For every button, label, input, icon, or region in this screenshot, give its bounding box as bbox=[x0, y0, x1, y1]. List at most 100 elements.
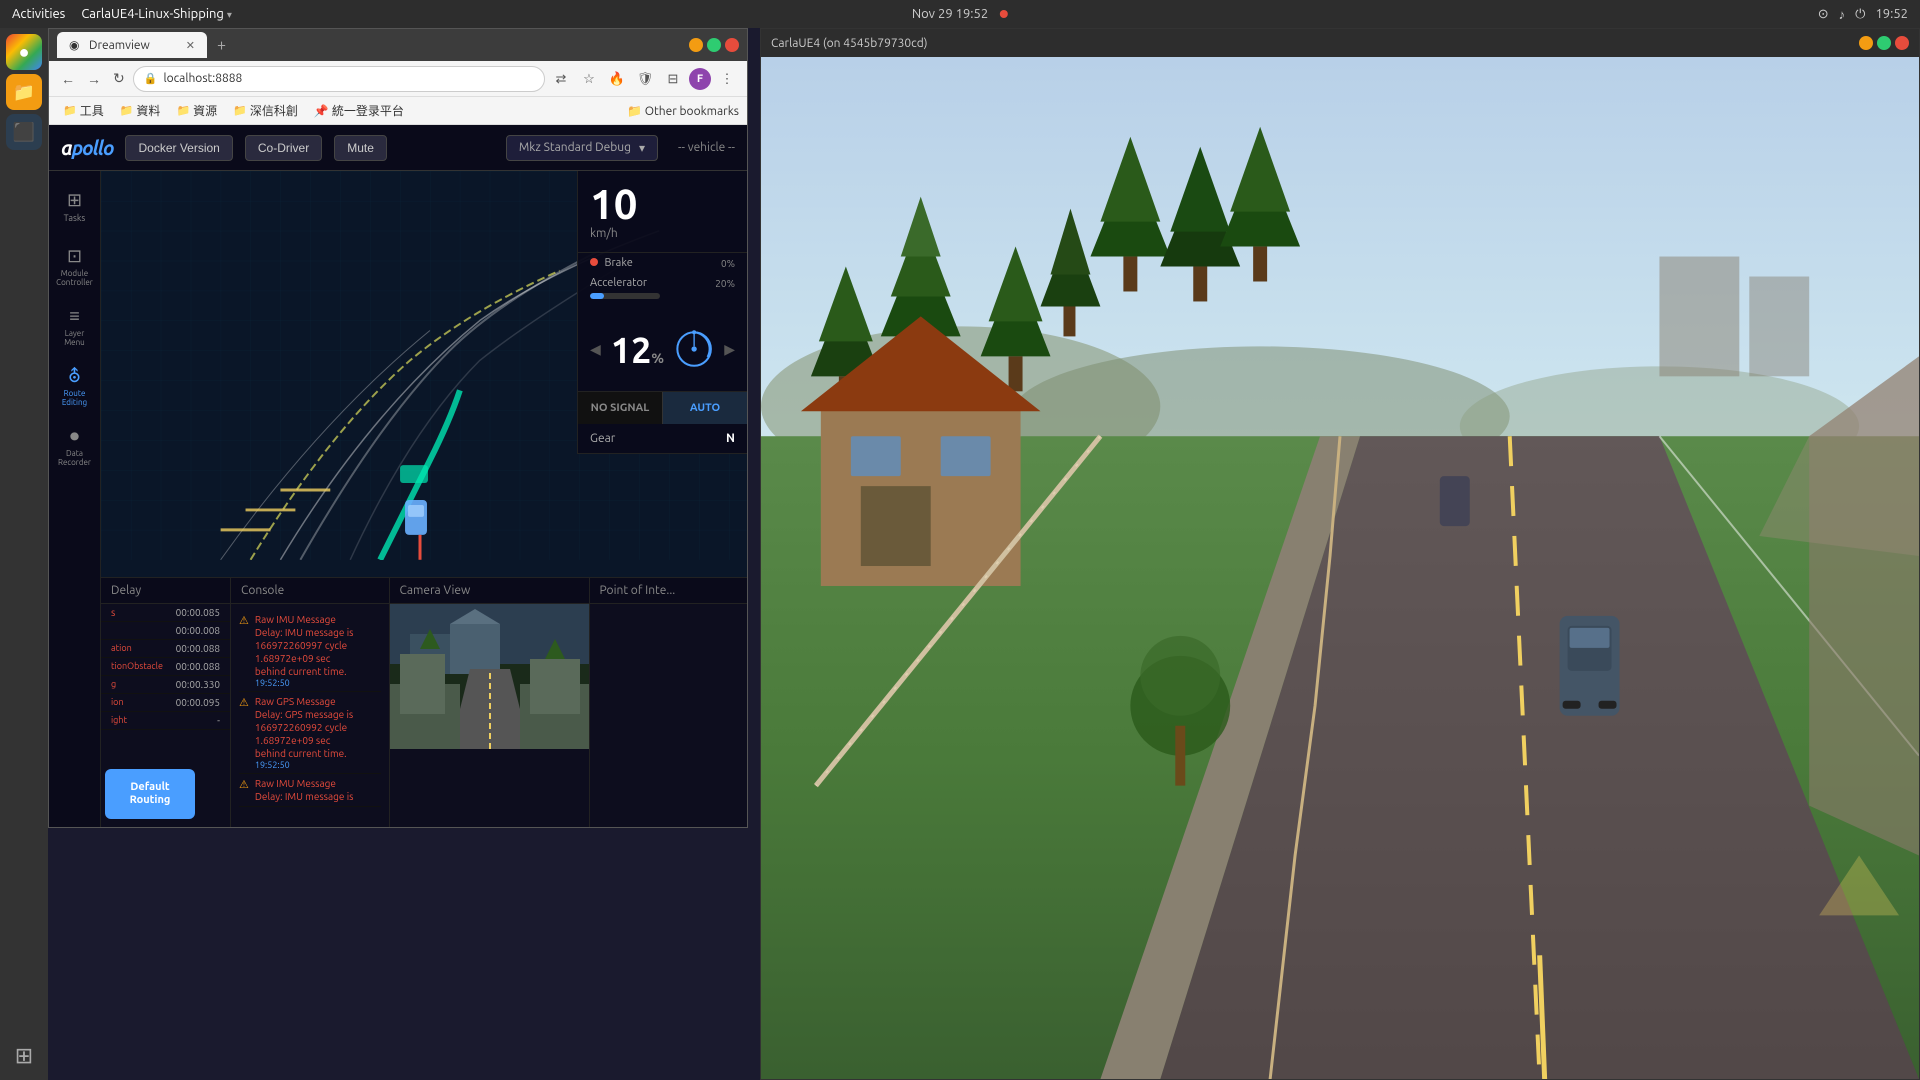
bookmark-portal[interactable]: 📌 統一登录平台 bbox=[308, 100, 410, 121]
url-text: localhost:8888 bbox=[163, 72, 242, 85]
dock-terminal[interactable]: ⬛ bbox=[6, 114, 42, 150]
vehicle-selector[interactable]: Mkz Standard Debug ▾ bbox=[506, 135, 658, 161]
profile-avatar[interactable]: F bbox=[689, 68, 711, 90]
brake-percent: 0% bbox=[721, 258, 735, 269]
camera-header: Camera View bbox=[390, 578, 589, 604]
dock-apps[interactable]: ⊞ bbox=[6, 1038, 42, 1074]
bookmark-data[interactable]: 📁 資料 bbox=[114, 100, 167, 121]
forward-button[interactable]: → bbox=[83, 67, 105, 91]
bookmark-icon[interactable]: ☆ bbox=[577, 67, 601, 91]
activities-button[interactable]: Activities bbox=[12, 7, 65, 21]
pin-icon: 📌 bbox=[314, 104, 329, 118]
split-icon[interactable]: ⊟ bbox=[661, 67, 685, 91]
close-button[interactable] bbox=[725, 38, 739, 52]
accel-label: Accelerator bbox=[590, 277, 647, 289]
menu-icon[interactable]: ⋮ bbox=[715, 67, 739, 91]
vehicle-placeholder: -- vehicle -- bbox=[678, 141, 735, 154]
delay-row-6: ion 00:00.095 bbox=[101, 694, 230, 712]
heading-display: ◀ 12% bbox=[578, 307, 747, 392]
reload-button[interactable]: ↻ bbox=[109, 66, 129, 91]
minimize-button[interactable] bbox=[689, 38, 703, 52]
delay-row-5: g 00:00.330 bbox=[101, 676, 230, 694]
steering-wheel-icon bbox=[674, 319, 714, 379]
carla-window: CarlaUE4 (on 4545b79730cd) bbox=[760, 28, 1920, 1080]
back-button[interactable]: ← bbox=[57, 67, 79, 91]
dock-chrome[interactable]: ● bbox=[6, 34, 42, 70]
bookmark-shenzhen[interactable]: 📁 深信科創 bbox=[227, 100, 304, 121]
delay-row-7: ight - bbox=[101, 712, 230, 730]
system-bar: Activities CarlaUE4-Linux-Shipping ▾ Nov… bbox=[0, 0, 1920, 28]
heading-left-arrow: ◀ bbox=[590, 341, 601, 358]
delay-label-5: g bbox=[111, 679, 116, 690]
folder-icon: 📁 bbox=[176, 104, 190, 117]
data-recorder-icon: ⏺ bbox=[70, 426, 79, 447]
console-message-2: ⚠ Raw GPS MessageDelay: GPS message is16… bbox=[239, 692, 381, 774]
apollo-header: apollo Docker Version Co-Driver Mute Mkz… bbox=[49, 125, 747, 171]
tab-favicon: ◉ bbox=[69, 38, 83, 52]
delay-label-6: ion bbox=[111, 697, 124, 708]
console-text-1: Raw IMU MessageDelay: IMU message is1669… bbox=[255, 613, 354, 678]
audio-icon: ♪ bbox=[1839, 7, 1846, 22]
bookmark-resources[interactable]: 📁 資源 bbox=[170, 100, 223, 121]
window-controls bbox=[689, 38, 739, 52]
browser-tab[interactable]: ◉ Dreamview ✕ bbox=[57, 32, 207, 58]
warning-icon-2: ⚠ bbox=[239, 695, 249, 770]
console-timestamp-2: 19:52:50 bbox=[255, 760, 353, 770]
apollo-main: 10 km/h Brake 0% Accelerator bbox=[101, 171, 747, 827]
apollo-logo: apollo bbox=[61, 136, 113, 159]
carla-scene-svg bbox=[761, 57, 1919, 1079]
extensions-icon[interactable]: 🔥 bbox=[605, 67, 629, 91]
other-bookmarks[interactable]: 📁 Other bookmarks bbox=[627, 104, 739, 118]
sidebar-item-module-controller[interactable]: ⊡ ModuleController bbox=[53, 239, 97, 295]
dock-files[interactable]: 📁 bbox=[6, 74, 42, 110]
heading-value: 12% bbox=[611, 329, 664, 370]
default-routing-button[interactable]: Default Routing bbox=[105, 769, 195, 819]
shield-icon[interactable]: 🛡 bbox=[633, 67, 657, 91]
sidebar-route-label: RouteEditing bbox=[62, 390, 87, 408]
delay-header: Delay bbox=[101, 578, 230, 604]
sidebar-data-label: DataRecorder bbox=[58, 450, 91, 468]
tasks-icon: ⊞ bbox=[67, 190, 82, 211]
console-panel: Console ⚠ Raw IMU MessageDelay: IMU mess… bbox=[231, 578, 390, 827]
map-view[interactable]: 10 km/h Brake 0% Accelerator bbox=[101, 171, 747, 577]
share-icon[interactable]: ⇄ bbox=[549, 67, 573, 91]
carla-maximize-button[interactable] bbox=[1877, 36, 1891, 50]
accel-bar-container bbox=[590, 293, 660, 299]
poi-content bbox=[590, 604, 748, 620]
delay-label-7: ight bbox=[111, 715, 127, 726]
delay-value-7: - bbox=[217, 715, 220, 726]
sidebar-item-layer-menu[interactable]: ≡ LayerMenu bbox=[53, 299, 97, 355]
tab-close-button[interactable]: ✕ bbox=[186, 39, 195, 52]
sidebar-item-data-recorder[interactable]: ⏺ DataRecorder bbox=[53, 419, 97, 475]
route-editing-icon: ⛢ bbox=[68, 366, 81, 387]
console-content[interactable]: ⚠ Raw IMU MessageDelay: IMU message is16… bbox=[231, 604, 389, 824]
poi-header: Point of Inte... bbox=[590, 578, 748, 604]
sidebar-item-tasks[interactable]: ⊞ Tasks bbox=[53, 179, 97, 235]
no-signal-button[interactable]: NO SIGNAL bbox=[578, 392, 662, 424]
heading-right-arrow: ▶ bbox=[724, 341, 735, 358]
browser-toolbar: ← → ↻ 🔒 localhost:8888 ⇄ ☆ 🔥 🛡 ⊟ F ⋮ bbox=[49, 61, 747, 97]
gear-row: Gear N bbox=[578, 424, 747, 453]
clock: 19:52 bbox=[1875, 7, 1908, 21]
brake-row: Brake 0% bbox=[578, 253, 747, 273]
gear-value: N bbox=[726, 432, 735, 445]
sidebar-item-route-editing[interactable]: ⛢ RouteEditing bbox=[53, 359, 97, 415]
carla-close-button[interactable] bbox=[1895, 36, 1909, 50]
new-tab-button[interactable]: + bbox=[217, 36, 226, 54]
maximize-button[interactable] bbox=[707, 38, 721, 52]
mute-button[interactable]: Mute bbox=[334, 135, 387, 161]
co-driver-button[interactable]: Co-Driver bbox=[245, 135, 322, 161]
power-icon: ⏻ bbox=[1855, 7, 1865, 22]
browser-titlebar: ◉ Dreamview ✕ + bbox=[49, 29, 747, 61]
delay-label-3: ation bbox=[111, 643, 132, 654]
carla-minimize-button[interactable] bbox=[1859, 36, 1873, 50]
address-bar[interactable]: 🔒 localhost:8888 bbox=[133, 66, 545, 92]
delay-row-1: s 00:00.085 bbox=[101, 604, 230, 622]
bookmark-tools[interactable]: 📁 工具 bbox=[57, 100, 110, 121]
carla-titlebar: CarlaUE4 (on 4545b79730cd) bbox=[761, 29, 1919, 57]
auto-button[interactable]: AUTO bbox=[662, 392, 747, 424]
delay-row-4: tionObstacle 00:00.088 bbox=[101, 658, 230, 676]
browser-window: ◉ Dreamview ✕ + ← → ↻ 🔒 localhost:8888 ⇄… bbox=[48, 28, 748, 828]
delay-value-1: 00:00.085 bbox=[176, 607, 220, 618]
docker-version-button[interactable]: Docker Version bbox=[125, 135, 232, 161]
